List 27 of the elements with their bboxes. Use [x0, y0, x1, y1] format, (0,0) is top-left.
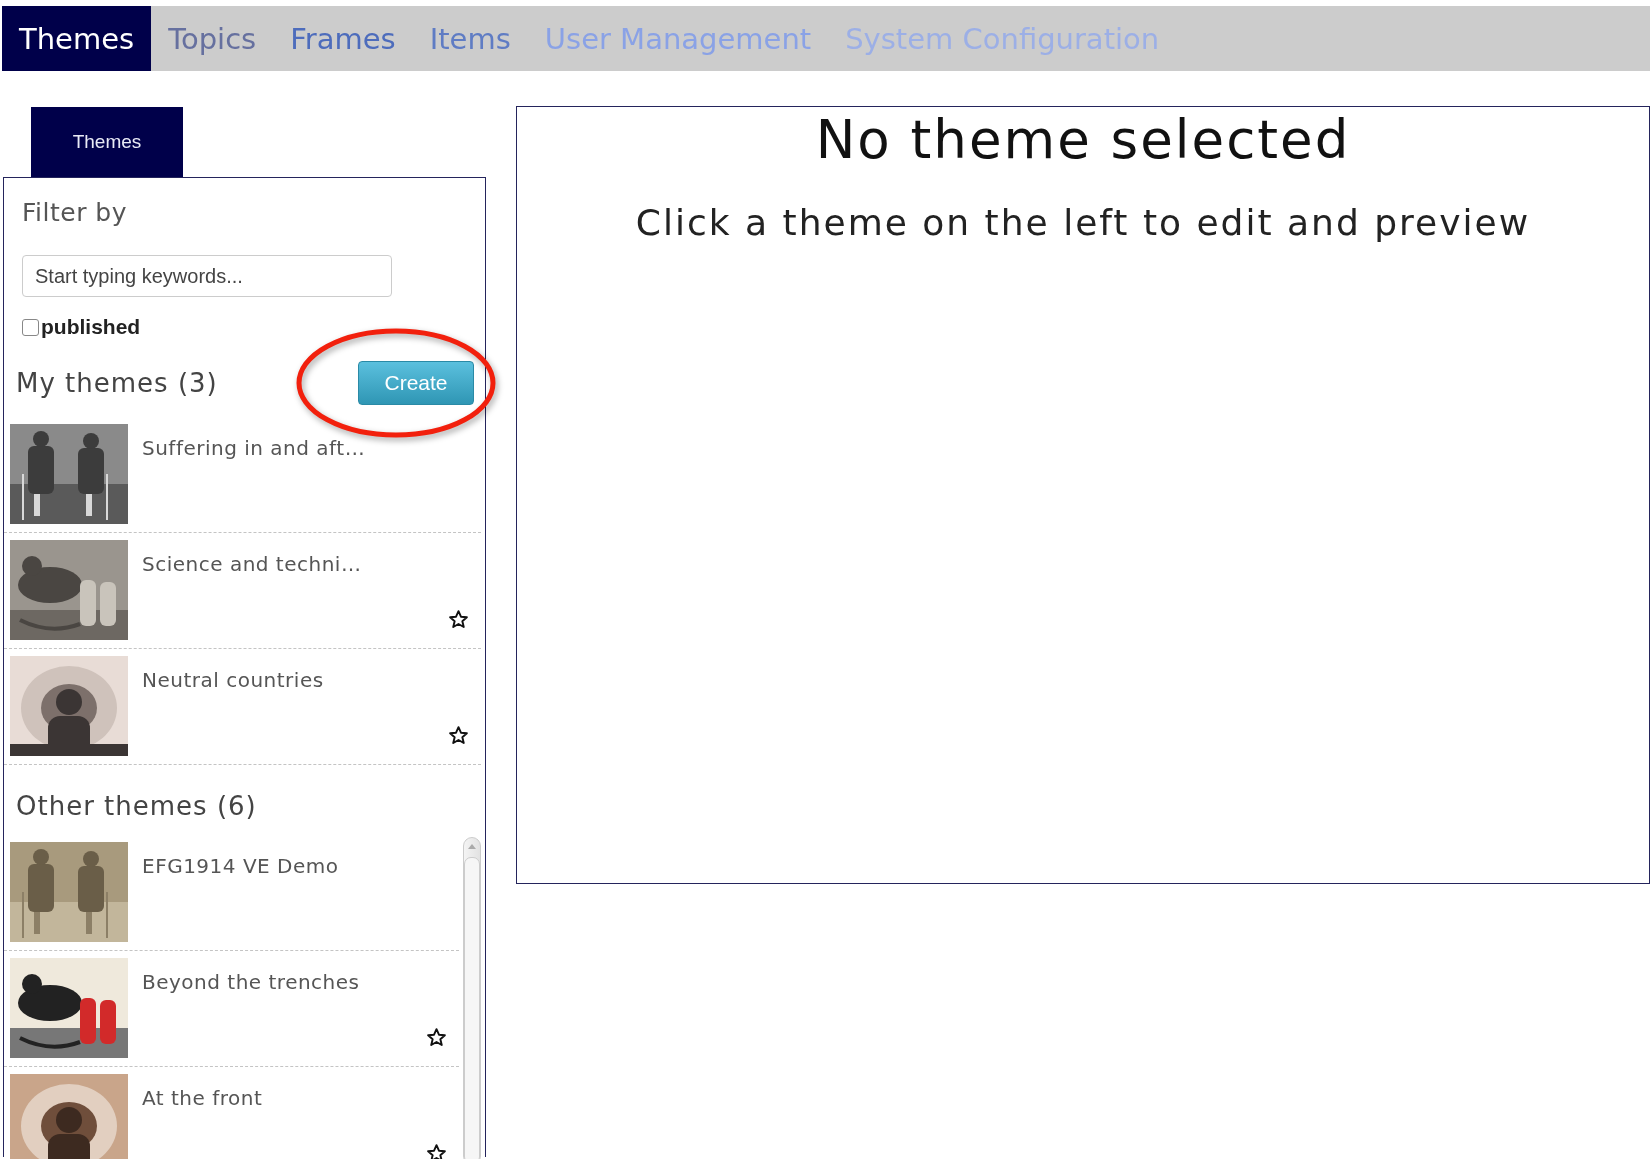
sidebar-tab[interactable]: Themes	[31, 107, 183, 177]
search-field[interactable]: Start typing keywords...	[22, 255, 392, 297]
panel-title: No theme selected	[814, 108, 1352, 170]
star-icon[interactable]	[426, 1143, 447, 1159]
theme-title[interactable]: Science and techni…	[142, 552, 362, 640]
theme-title[interactable]: Suffering in and aft…	[142, 436, 366, 524]
theme-title[interactable]: Beyond the trenches	[142, 970, 360, 1058]
nav-tab[interactable]: Themes	[2, 6, 152, 71]
theme-item[interactable]: Beyond the trenches	[4, 951, 459, 1067]
section-heading: Other themes (6)	[16, 791, 258, 821]
theme-item[interactable]: EFG1914 VE Demo	[4, 835, 459, 951]
theme-item[interactable]: Science and techni…	[4, 533, 481, 649]
checkbox-label[interactable]: published	[41, 315, 141, 339]
section-heading: My themes (3)	[16, 368, 218, 398]
theme-title[interactable]: Neutral countries	[142, 668, 324, 756]
theme-item[interactable]: Suffering in and aft…	[4, 417, 481, 533]
star-icon[interactable]	[448, 725, 469, 746]
panel-message: Click a theme on the left to edit and preview	[634, 202, 1532, 243]
theme-item[interactable]: At the front	[4, 1067, 459, 1159]
star-icon[interactable]	[448, 609, 469, 630]
theme-item[interactable]: Neutral countries	[4, 649, 481, 765]
theme-title[interactable]: EFG1914 VE Demo	[142, 854, 339, 942]
filter-label: Filter by	[22, 198, 129, 227]
checkbox[interactable]	[22, 318, 39, 336]
star-icon[interactable]	[426, 1027, 447, 1048]
scrollbar[interactable]	[463, 837, 481, 1159]
theme-title[interactable]: At the front	[142, 1086, 263, 1159]
